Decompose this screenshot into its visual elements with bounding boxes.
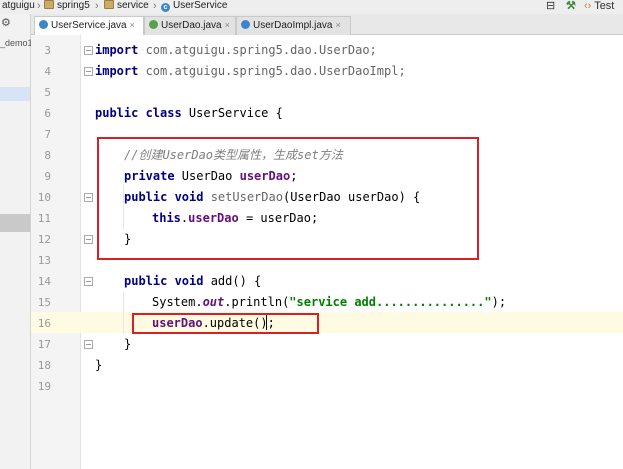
line-number: 10: [37, 191, 51, 204]
folder-icon: [104, 0, 114, 9]
line-number: 12: [37, 233, 51, 246]
structure-icon[interactable]: ⊟: [546, 0, 555, 14]
line-number: 8: [44, 149, 51, 162]
breadcrumb-item-service[interactable]: service: [104, 0, 149, 14]
code-line-14[interactable]: public void add() {: [124, 271, 261, 292]
close-icon[interactable]: ×: [335, 20, 340, 30]
line-number: 3: [44, 44, 51, 57]
code-line-17[interactable]: }: [124, 334, 131, 355]
current-line-highlight: [31, 312, 623, 333]
fold-collapse-icon[interactable]: [84, 46, 93, 55]
breadcrumb-item-userservice[interactable]: c UserService: [161, 0, 227, 14]
line-number: 11: [37, 212, 51, 225]
interface-icon: [149, 20, 158, 29]
breadcrumb: atguigu › spring5 › service › c UserServi…: [0, 0, 623, 14]
folder-icon: [44, 0, 54, 9]
code-line-4[interactable]: import com.atguigu.spring5.dao.UserDaoIm…: [95, 61, 406, 82]
class-icon: c: [161, 3, 170, 12]
code-line-6[interactable]: public class UserService {: [95, 103, 283, 124]
chevron-right-icon: ›: [37, 0, 41, 12]
code-line-3[interactable]: import com.atguigu.spring5.dao.UserDao;: [95, 40, 377, 61]
breadcrumb-item-spring5[interactable]: spring5: [44, 0, 90, 14]
run-config-icon: ‹›: [584, 0, 592, 12]
fold-collapse-icon[interactable]: [84, 277, 93, 286]
fold-expand-icon[interactable]: [84, 340, 93, 349]
chevron-right-icon: ›: [95, 0, 99, 12]
line-number: 13: [37, 254, 51, 267]
line-number: 17: [37, 338, 51, 351]
breadcrumb-item-atguigu[interactable]: atguigu: [2, 0, 35, 14]
line-number: 14: [37, 275, 51, 288]
line-number: 4: [44, 65, 51, 78]
tab-userservice[interactable]: UserService.java ×: [34, 16, 144, 36]
close-icon[interactable]: ×: [225, 20, 230, 30]
build-hammer-icon[interactable]: ⚒: [566, 0, 576, 14]
line-number: 18: [37, 359, 51, 372]
editor-tab-bar: UserService.java × UserDao.java × UserDaoI…: [31, 14, 623, 36]
close-icon[interactable]: ×: [130, 20, 135, 30]
project-panel: ⚙ _demo1: [0, 14, 33, 469]
tab-userdao[interactable]: UserDao.java ×: [144, 16, 236, 35]
line-number: 6: [44, 107, 51, 120]
fold-collapse-icon[interactable]: [84, 193, 93, 202]
annotation-box-setter: [97, 137, 479, 260]
scroll-thumb[interactable]: [0, 214, 30, 232]
line-number: 5: [44, 86, 51, 99]
tab-userdaoimpl[interactable]: UserDaoImpl.java ×: [236, 16, 351, 35]
gear-icon[interactable]: ⚙: [1, 16, 11, 29]
run-config-dropdown[interactable]: ‹› Test: [584, 0, 614, 14]
code-line-15[interactable]: System.out.println("service add.........…: [152, 292, 506, 313]
chevron-right-icon: ›: [153, 0, 157, 12]
line-number: 15: [37, 296, 51, 309]
class-icon: [241, 20, 250, 29]
line-number: 16: [37, 317, 51, 330]
line-number: 7: [44, 128, 51, 141]
class-icon: [39, 20, 48, 29]
selected-tree-row[interactable]: [0, 87, 30, 101]
line-number: 9: [44, 170, 51, 183]
line-number: 19: [37, 380, 51, 393]
code-line-18[interactable]: }: [95, 355, 102, 376]
project-label[interactable]: _demo1: [0, 38, 33, 48]
fold-expand-icon[interactable]: [84, 67, 93, 76]
annotation-box-update-call: [132, 313, 319, 334]
fold-expand-icon[interactable]: [84, 235, 93, 244]
